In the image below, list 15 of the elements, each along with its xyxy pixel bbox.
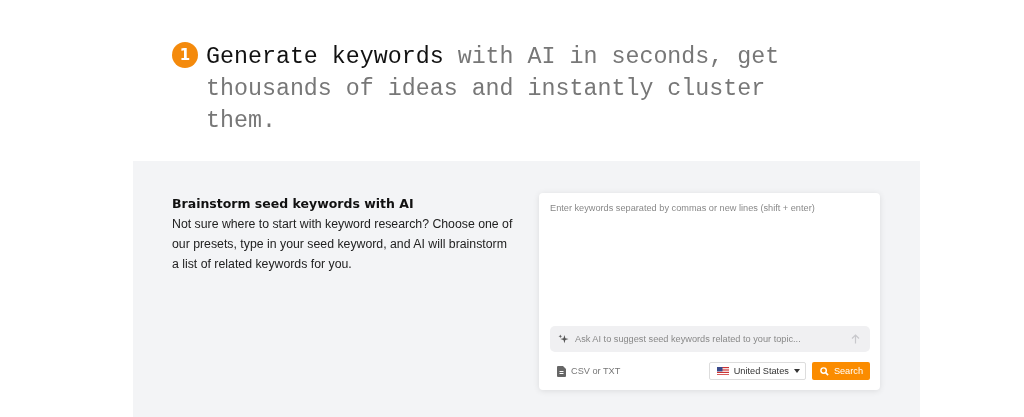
file-icon bbox=[557, 365, 566, 377]
country-select[interactable]: United States bbox=[708, 362, 806, 380]
sparkle-icon bbox=[558, 333, 569, 345]
arrow-up-icon[interactable] bbox=[851, 334, 860, 344]
feature-description: Not sure where to start with keyword research? Choose one of our presets, type in your seed keyword, and AI will brainstorm a list of related keywords for you. bbox=[172, 216, 514, 273]
caret-icon bbox=[793, 369, 800, 373]
section-heading: Generate keywords with AI in seconds, get thousands of ideas and instantly cluster them. bbox=[206, 43, 781, 136]
search-icon bbox=[819, 366, 829, 376]
step-number-badge: 1 bbox=[172, 42, 198, 68]
keyword-input-box[interactable]: Enter keywords separated by commas or new lines (shift + enter) Ask AI to suggest seed keywords related to your topic... CSV or TXT United States Search bbox=[539, 193, 880, 390]
ai-prompt-field[interactable]: Ask AI to suggest seed keywords related to your topic... bbox=[550, 326, 870, 352]
ai-prompt-input[interactable]: Ask AI to suggest seed keywords related to your topic... bbox=[575, 334, 845, 344]
feature-title: Brainstorm seed keywords with AI bbox=[172, 196, 415, 211]
upload-file-button[interactable]: CSV or TXT bbox=[550, 365, 621, 377]
flag-icon bbox=[716, 367, 729, 375]
